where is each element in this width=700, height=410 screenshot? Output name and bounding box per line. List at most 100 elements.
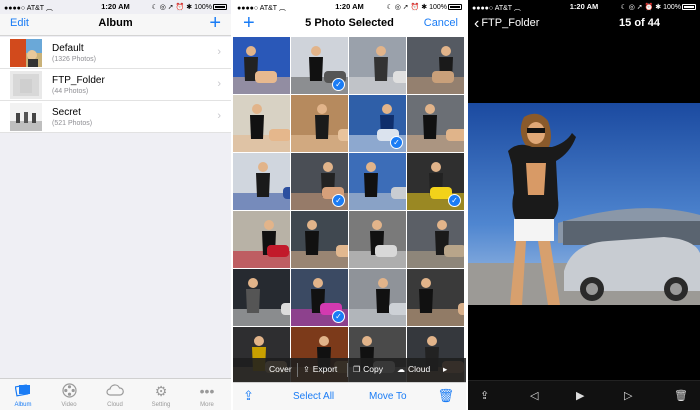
photo-thumbnail[interactable]	[291, 95, 348, 152]
copy-button[interactable]: ❐ Copy	[353, 364, 383, 374]
battery-percent: 100%	[663, 4, 681, 11]
photo-thumbnail[interactable]	[349, 211, 406, 268]
album-count: (44 Photos)	[52, 88, 89, 95]
photo-image	[407, 95, 464, 152]
album-row-secret[interactable]: Secret (521 Photos) ›	[0, 101, 231, 133]
photo-image	[349, 269, 406, 326]
photo-thumbnail[interactable]: ✓	[291, 153, 348, 210]
status-right: ☾ ◎ ➚ ⏰ ✱ 100%	[387, 3, 462, 11]
photo-image	[291, 95, 348, 152]
photo-viewer-screen: ●●●●○ AT&T ︵ 1:20 AM ☾ ◎ ➚ ⏰ ✱ 100% ‹ FTP…	[468, 0, 700, 410]
more-icon: •••	[199, 383, 215, 399]
album-navbar: Edit Album +	[0, 13, 231, 36]
album-thumbnail	[10, 103, 42, 131]
tab-label: More	[200, 402, 214, 408]
album-list-screen: ●●●●○ AT&T ︵ 1:20 AM ☾ ◎ ➚ ⏰ ✱ 100% Edit…	[0, 0, 231, 410]
gear-icon: ⚙	[154, 383, 168, 399]
add-album-button[interactable]: +	[209, 13, 221, 33]
photo-thumbnail[interactable]: ✓	[407, 153, 464, 210]
photo-counter: 15 of 44	[619, 17, 660, 29]
photo-image	[233, 95, 290, 152]
cancel-button[interactable]: Cancel	[424, 17, 458, 29]
select-navbar: + 5 Photo Selected Cancel	[233, 13, 466, 36]
album-row-default[interactable]: Default (1326 Photos) ›	[0, 37, 231, 69]
photo-thumbnail[interactable]	[407, 211, 464, 268]
tab-video[interactable]: Video	[46, 383, 92, 408]
share-icon[interactable]: ⇪	[243, 388, 254, 404]
photo-thumbnail[interactable]	[233, 95, 290, 152]
album-thumbnail	[10, 71, 42, 99]
checkmark-icon: ✓	[332, 78, 345, 91]
photo-thumbnail[interactable]	[407, 95, 464, 152]
photo-image	[349, 153, 406, 210]
action-label: Copy	[363, 364, 384, 374]
previous-icon[interactable]: ◁	[530, 389, 538, 402]
status-right: ☾ ◎ ➚ ⏰ ✱ 100%	[621, 3, 696, 11]
trash-icon[interactable]: 🗑	[437, 388, 454, 404]
viewer-toolbar: ⇪ ◁ ▶ ▷ 🗑	[468, 380, 700, 410]
photo-select-screen: ●●●●○ AT&T ︵ 1:20 AM ☾ ◎ ➚ ⏰ ✱ 100% + 5 …	[233, 0, 466, 410]
action-divider	[297, 363, 298, 377]
cover-button[interactable]: Cover	[269, 364, 292, 374]
back-button[interactable]: ‹ FTP_Folder	[474, 15, 539, 33]
photo-image	[291, 211, 348, 268]
status-bar: ●●●●○ AT&T ︵ 1:20 AM ☾ ◎ ➚ ⏰ ✱ 100%	[0, 0, 231, 14]
tab-label: Video	[61, 402, 77, 408]
photo-image	[407, 269, 464, 326]
photo-thumbnail[interactable]	[349, 153, 406, 210]
chevron-right-icon: ›	[217, 78, 221, 90]
film-reel-icon	[46, 383, 92, 399]
battery-icon	[448, 4, 462, 10]
next-icon[interactable]: ▷	[624, 389, 632, 402]
action-label: Cloud	[408, 364, 431, 374]
checkmark-icon: ✓	[332, 194, 345, 207]
photo-thumbnail[interactable]: ✓	[349, 95, 406, 152]
photos-icon	[0, 383, 46, 399]
trash-icon[interactable]: 🗑	[674, 389, 688, 402]
photo-thumbnail[interactable]: ✓	[291, 37, 348, 94]
cloud-button[interactable]: ☁ Cloud	[397, 364, 430, 374]
select-all-button[interactable]: Select All	[293, 391, 334, 402]
status-right: ☾ ◎ ➚ ⏰ ✱ 100%	[152, 3, 227, 11]
photo-display[interactable]	[468, 103, 700, 305]
photo-thumbnail[interactable]	[291, 211, 348, 268]
tab-album[interactable]: Album	[0, 383, 46, 408]
move-to-button[interactable]: Move To	[369, 391, 407, 402]
album-count: (521 Photos)	[52, 120, 93, 127]
checkmark-icon: ✓	[390, 136, 403, 149]
photo-thumbnail[interactable]	[233, 269, 290, 326]
photo-image	[407, 37, 464, 94]
export-icon: ⇪	[303, 365, 310, 374]
photo-thumbnail[interactable]	[233, 211, 290, 268]
more-actions-arrow-icon[interactable]: ▸	[443, 364, 447, 375]
photo-image	[349, 37, 406, 94]
copy-icon: ❐	[353, 365, 361, 374]
photo-thumbnail[interactable]	[407, 269, 464, 326]
album-row-ftp-folder[interactable]: FTP_Folder (44 Photos) ›	[0, 69, 231, 101]
chevron-right-icon: ›	[217, 46, 221, 58]
album-name: Default	[52, 43, 84, 54]
photo-thumbnail[interactable]	[233, 153, 290, 210]
album-count: (1326 Photos)	[52, 56, 96, 63]
share-icon[interactable]: ⇪	[480, 389, 489, 402]
photo-thumbnail[interactable]: ✓	[291, 269, 348, 326]
tab-setting[interactable]: ⚙ Setting	[138, 383, 184, 408]
photo-grid: ✓ ✓ ✓ ✓ ✓	[233, 37, 466, 384]
action-label: Export	[312, 364, 338, 374]
select-bottom-bar: ⇪ Select All Move To 🗑	[233, 382, 466, 410]
photo-thumbnail[interactable]	[349, 269, 406, 326]
tab-label: Setting	[151, 402, 171, 408]
photo-thumbnail[interactable]	[233, 37, 290, 94]
photo-image	[349, 211, 406, 268]
album-thumbnail	[10, 39, 42, 67]
export-button[interactable]: ⇪ Export	[303, 364, 337, 374]
action-label: Cover	[269, 364, 292, 374]
action-strip: Cover ⇪ Export ❐ Copy ☁ Cloud ▸	[233, 358, 466, 382]
photo-thumbnail[interactable]	[349, 37, 406, 94]
tab-more[interactable]: ••• More	[184, 383, 230, 408]
play-icon[interactable]: ▶	[576, 389, 584, 402]
cloud-icon	[92, 383, 138, 399]
tab-cloud[interactable]: Cloud	[92, 383, 138, 408]
photo-thumbnail[interactable]	[407, 37, 464, 94]
photo-image	[233, 153, 290, 210]
